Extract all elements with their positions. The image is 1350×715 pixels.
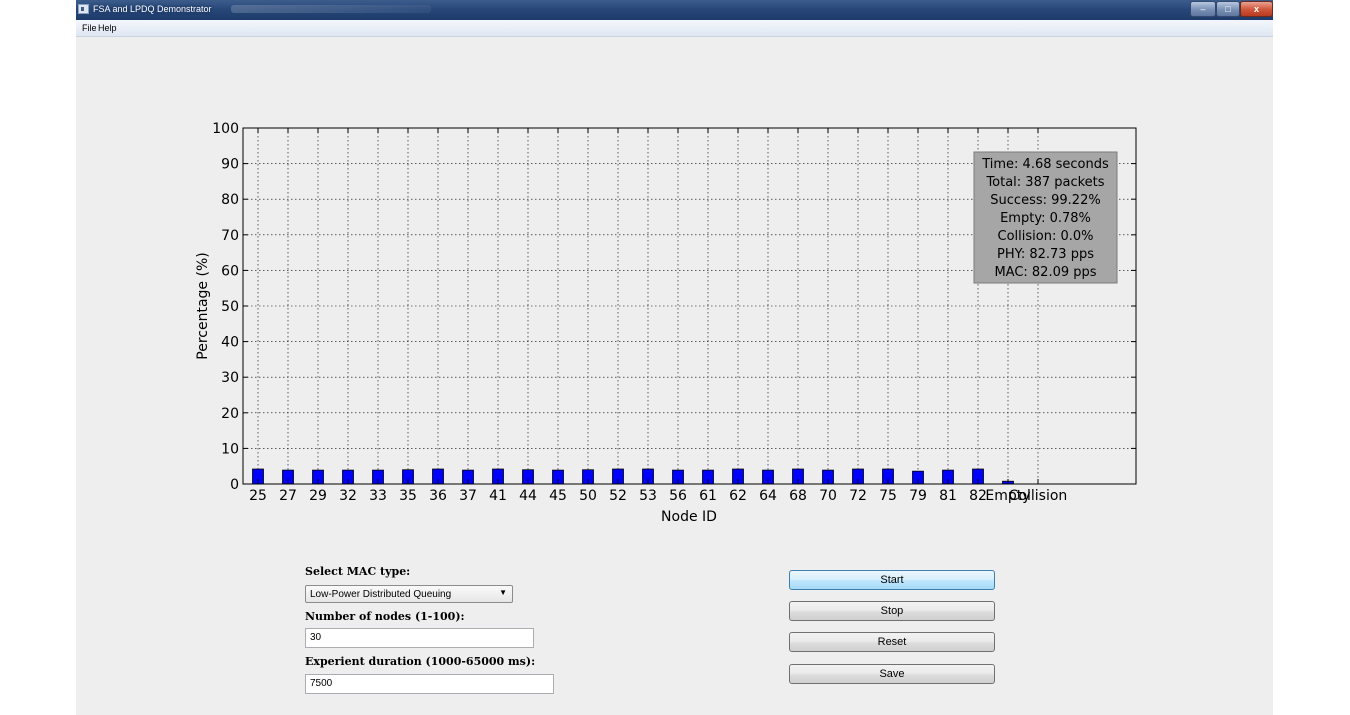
- x-tick-label: 37: [459, 488, 477, 504]
- y-tick-label: 70: [221, 228, 239, 244]
- stats-box: Time: 4.68 seconds Total: 387 packets Su…: [973, 151, 1118, 284]
- x-tick-label: 82: [969, 488, 987, 504]
- stats-collision: Collision: 0.0%: [998, 229, 1094, 244]
- duration-input[interactable]: 7500: [305, 674, 554, 694]
- x-tick-label: 79: [909, 488, 927, 504]
- x-tick-label: 32: [339, 488, 357, 504]
- y-tick-label: 80: [221, 192, 239, 208]
- x-tick-label: 50: [579, 488, 597, 504]
- x-tick-label: 70: [819, 488, 837, 504]
- x-tick-label: Collision: [1009, 488, 1068, 504]
- chevron-down-icon: ▼: [499, 588, 507, 597]
- x-tick-label: 44: [519, 488, 537, 504]
- stats-time: Time: 4.68 seconds: [981, 157, 1109, 172]
- save-button[interactable]: Save: [789, 664, 995, 684]
- x-axis-label: Node ID: [661, 509, 717, 525]
- y-axis-label: Percentage (%): [195, 252, 211, 359]
- y-tick-label: 60: [221, 263, 239, 279]
- x-tick-label: 36: [429, 488, 447, 504]
- x-tick-label: 64: [759, 488, 777, 504]
- mac-type-label: Select MAC type:: [305, 565, 411, 578]
- x-tick-label: 61: [699, 488, 717, 504]
- chart-bars: [252, 468, 1014, 485]
- start-button[interactable]: Start: [789, 570, 995, 590]
- reset-button[interactable]: Reset: [789, 632, 995, 652]
- x-tick-label: 52: [609, 488, 627, 504]
- y-tick-label: 100: [212, 121, 239, 137]
- x-tick-label: 68: [789, 488, 807, 504]
- stop-button[interactable]: Stop: [789, 601, 995, 621]
- x-tick-label: 29: [309, 488, 327, 504]
- x-tick-label: 27: [279, 488, 297, 504]
- x-tick-label: 33: [369, 488, 387, 504]
- mac-type-select[interactable]: Low-Power Distributed Queuing ▼: [305, 585, 513, 603]
- mac-type-selected-value: Low-Power Distributed Queuing: [310, 589, 452, 600]
- x-tick-label: 35: [399, 488, 417, 504]
- x-tick-label: 62: [729, 488, 747, 504]
- y-tick-label: 20: [221, 406, 239, 422]
- nodes-input[interactable]: 30: [305, 628, 534, 648]
- x-tick-label: 75: [879, 488, 897, 504]
- duration-label: Experient duration (1000-65000 ms):: [305, 655, 536, 668]
- y-tick-label: 10: [221, 441, 239, 457]
- nodes-label: Number of nodes (1-100):: [305, 610, 465, 623]
- y-tick-label: 40: [221, 335, 239, 351]
- x-tick-label: 81: [939, 488, 957, 504]
- x-tick-label: 53: [639, 488, 657, 504]
- app-window: FSA and LPDQ Demonstrator – □ x File Hel…: [76, 0, 1273, 715]
- chart-tick-labels: 0 10 20 30 40 50 60 70 80 90 100 25 27 29 32 33 35 36 37 41…: [212, 121, 1067, 504]
- x-tick-label: 25: [249, 488, 267, 504]
- x-tick-label: 72: [849, 488, 867, 504]
- stats-phy: PHY: 82.73 pps: [997, 247, 1094, 262]
- y-tick-label: 0: [230, 477, 239, 493]
- y-tick-label: 30: [221, 370, 239, 386]
- node-percentage-chart: 0 10 20 30 40 50 60 70 80 90 100 25 27 29 32 33 35 36 37 41…: [195, 121, 1137, 525]
- x-tick-label: 56: [669, 488, 687, 504]
- y-tick-label: 50: [221, 299, 239, 315]
- stats-total: Total: 387 packets: [985, 175, 1104, 190]
- x-tick-label: 45: [549, 488, 567, 504]
- stats-success: Success: 99.22%: [990, 193, 1100, 208]
- y-tick-label: 90: [221, 157, 239, 173]
- stats-empty: Empty: 0.78%: [1000, 211, 1091, 226]
- stats-mac: MAC: 82.09 pps: [994, 265, 1096, 280]
- x-tick-label: 41: [489, 488, 507, 504]
